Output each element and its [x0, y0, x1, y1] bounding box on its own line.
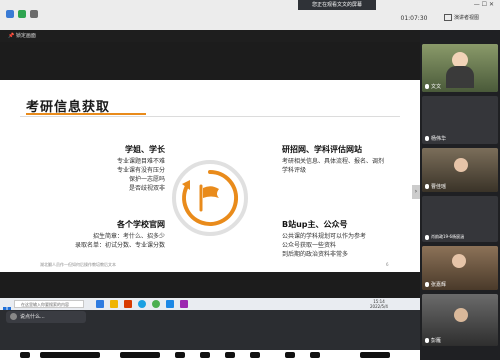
- participant-name: 文文: [425, 83, 441, 90]
- participant-name: 彭雁: [425, 337, 441, 344]
- pin-button[interactable]: 📌 锁定画面: [8, 33, 44, 40]
- pin-label: 锁定画面: [15, 33, 36, 39]
- mic-icon: [425, 184, 429, 189]
- folder-icon[interactable]: [110, 300, 118, 308]
- close-icon[interactable]: ✕: [489, 1, 494, 8]
- title-underline: [26, 113, 146, 115]
- section-title-school-sites: 各个学校官网: [117, 220, 165, 229]
- body: [446, 66, 474, 88]
- security-icon[interactable]: [18, 10, 26, 18]
- face: [452, 254, 466, 268]
- slide-footer: 湖北翻人员作—但如何后操作教培教后文本: [40, 262, 116, 267]
- settings-icon[interactable]: [285, 352, 295, 358]
- video-tile[interactable]: 张嘉辉: [422, 246, 498, 290]
- meeting-timer: 01:07:30: [400, 15, 428, 22]
- leave-button[interactable]: [360, 352, 390, 358]
- mic-icon: [425, 234, 429, 240]
- layout-label: 演讲者视图: [454, 15, 480, 21]
- mic-icon[interactable]: [20, 352, 30, 358]
- video-tile[interactable]: 杨伟华: [422, 96, 498, 144]
- face: [454, 308, 468, 322]
- section-line: 招生简章：考什么、招多少: [92, 233, 165, 240]
- participant-name: 肖韵政19-6杨宸涵: [425, 234, 464, 240]
- chat-placeholder: 说点什么...: [20, 314, 45, 320]
- mic-icon: [425, 84, 429, 89]
- section-title-seniors: 学姐、学长: [125, 145, 165, 154]
- section-line: 公共课的学科规划可以作为参考: [282, 233, 367, 240]
- more-icon[interactable]: [310, 352, 320, 358]
- mic-icon: [425, 338, 429, 343]
- meeting-app-icon[interactable]: [166, 300, 174, 308]
- participants-icon[interactable]: [175, 352, 185, 358]
- section-line: 专业课题目难不难: [116, 158, 165, 165]
- slide-letterbox-top: [0, 42, 420, 80]
- participant-name: 张嘉辉: [425, 281, 446, 288]
- apps-icon[interactable]: [250, 352, 260, 358]
- video-tile[interactable]: 肖韵政19-6杨宸涵: [422, 196, 498, 242]
- grid-icon: [444, 14, 452, 21]
- slide-page-number: 6: [386, 262, 389, 267]
- avatar: [10, 313, 17, 320]
- section-line: 专业课有没有压分: [116, 167, 165, 174]
- windows-start-icon[interactable]: [3, 300, 11, 315]
- section-line: 公众号获取一些资料: [282, 242, 337, 249]
- video-tile[interactable]: 文文: [422, 44, 498, 92]
- section-line: 保护一志愿吗: [128, 176, 165, 183]
- section-line: 学科评级: [282, 167, 307, 174]
- info-icon[interactable]: [6, 10, 14, 18]
- app-icon[interactable]: [96, 300, 104, 308]
- section-title-bilibili: B站up主、公众号: [282, 220, 348, 229]
- section-line: 是否歧视双非: [128, 185, 165, 192]
- minimize-icon[interactable]: —: [474, 1, 480, 8]
- mic-icon: [425, 282, 429, 287]
- participant-name: 曹佳瑶: [425, 183, 446, 190]
- window-controls: — ☐ ✕: [474, 1, 494, 8]
- maximize-icon[interactable]: ☐: [482, 1, 487, 8]
- share-button[interactable]: [120, 352, 160, 358]
- slide-divider: [20, 116, 400, 117]
- share-toolbar: [0, 30, 420, 42]
- collapse-sidebar-button[interactable]: ›: [412, 185, 420, 199]
- face: [454, 158, 468, 172]
- section-line: 考研相关信息、具体流程、报名、调剂: [282, 158, 385, 165]
- slide-letterbox-bottom: [0, 272, 420, 298]
- signal-icon[interactable]: [30, 10, 38, 18]
- chat-app-icon[interactable]: [152, 300, 160, 308]
- layout-button[interactable]: 演讲者视图: [444, 14, 496, 23]
- taskbar-search-input[interactable]: 在这里输入你要搜索的内容: [14, 300, 84, 308]
- cycle-flag-icon: [172, 160, 248, 236]
- video-tile[interactable]: 彭雁: [422, 294, 498, 346]
- participant-name: 杨伟华: [425, 135, 446, 142]
- section-line: 录取名单：初试分数、专业课分数: [74, 242, 165, 249]
- powerpoint-icon[interactable]: [124, 300, 132, 308]
- section-title-websites: 研招网、学科评估网站: [282, 145, 362, 154]
- share-banner: 您正在观看文文的屏幕: [298, 0, 376, 10]
- video-button[interactable]: [40, 352, 100, 358]
- browser-icon[interactable]: [138, 300, 146, 308]
- video-tile[interactable]: 曹佳瑶: [422, 148, 498, 192]
- section-line: 到后期的政治资料非常多: [282, 251, 349, 258]
- record-icon[interactable]: [225, 352, 235, 358]
- chat-icon[interactable]: [200, 352, 210, 358]
- app-icon[interactable]: [180, 300, 188, 308]
- chat-input[interactable]: 说点什么...: [6, 311, 86, 323]
- clock-date: 2022/5/4: [370, 304, 388, 309]
- mic-icon: [425, 136, 429, 141]
- taskbar-clock: 15:14 2022/5/4: [364, 299, 394, 309]
